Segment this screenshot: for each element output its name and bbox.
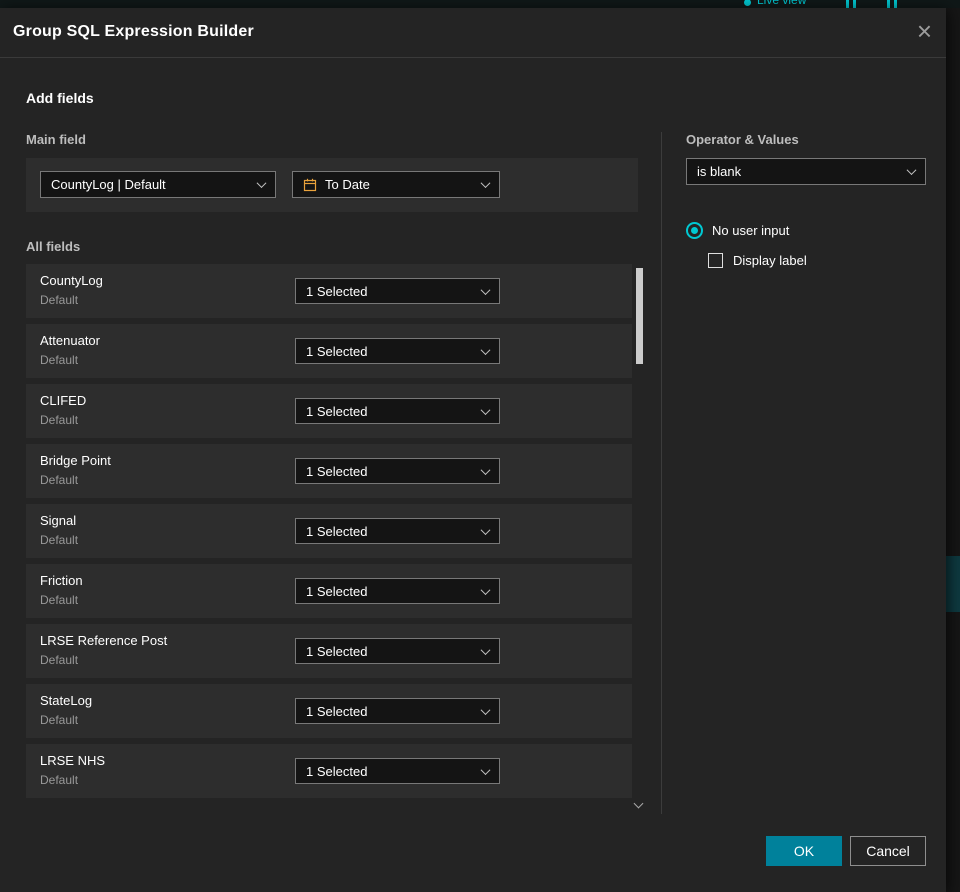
field-subtitle: Default [40, 353, 79, 367]
field-row: StateLog Default 1 Selected [26, 684, 632, 738]
display-label-text: Display label [733, 252, 807, 268]
field-selected-dropdown-value: 1 Selected [306, 583, 368, 599]
checkbox-icon [708, 252, 723, 268]
chevron-down-icon [480, 584, 491, 595]
field-selected-dropdown-value: 1 Selected [306, 523, 368, 539]
close-icon[interactable]: × [917, 18, 932, 44]
field-subtitle: Default [40, 473, 79, 487]
chevron-down-icon [480, 644, 491, 655]
dialog-header: Group SQL Expression Builder × [0, 8, 946, 58]
field-name: LRSE NHS [40, 753, 106, 768]
field-subtitle: Default [40, 593, 79, 607]
field-name: Bridge Point [40, 453, 111, 468]
field-selected-dropdown-value: 1 Selected [306, 343, 368, 359]
toolbar-icon [853, 0, 856, 8]
field-name: Friction [40, 573, 83, 588]
add-fields-heading: Add fields [26, 90, 94, 106]
chevron-down-icon [480, 344, 491, 355]
no-user-input-label: No user input [712, 222, 790, 238]
field-selected-dropdown-value: 1 Selected [306, 703, 368, 719]
live-view-indicator-icon [744, 0, 751, 6]
chevron-down-icon [480, 524, 491, 535]
field-selected-dropdown[interactable]: 1 Selected [295, 398, 500, 424]
operator-dropdown-value: is blank [697, 164, 742, 179]
main-field-panel: CountyLog | Default To Date [26, 158, 638, 212]
main-field-dropdown[interactable]: CountyLog | Default [40, 171, 276, 198]
field-name: Attenuator [40, 333, 100, 348]
field-row: Attenuator Default 1 Selected [26, 324, 632, 378]
field-subtitle: Default [40, 293, 79, 307]
fields-list-scrollbar[interactable] [633, 266, 644, 812]
field-row: Bridge Point Default 1 Selected [26, 444, 632, 498]
field-subtitle: Default [40, 713, 79, 727]
field-row: CLIFED Default 1 Selected [26, 384, 632, 438]
toolbar-icon [887, 0, 890, 8]
all-fields-list: CountyLog Default 1 Selected Attenuator … [26, 264, 632, 804]
toolbar-icon [894, 0, 897, 8]
field-row: LRSE NHS Default 1 Selected [26, 744, 632, 798]
field-row: LRSE Reference Post Default 1 Selected [26, 624, 632, 678]
date-field-dropdown[interactable]: To Date [292, 171, 500, 198]
field-name: LRSE Reference Post [40, 633, 168, 648]
all-fields-label: All fields [26, 239, 81, 254]
toolbar-icon [846, 0, 849, 8]
field-selected-dropdown[interactable]: 1 Selected [295, 698, 500, 724]
field-selected-dropdown[interactable]: 1 Selected [295, 458, 500, 484]
scrollbar-down-arrow-icon[interactable] [633, 798, 644, 810]
chevron-down-icon [480, 178, 491, 189]
field-selected-dropdown[interactable]: 1 Selected [295, 338, 500, 364]
dialog-title: Group SQL Expression Builder [13, 23, 254, 40]
field-name: CountyLog [40, 273, 103, 288]
display-label-checkbox[interactable]: Display label [708, 252, 807, 268]
field-name: Signal [40, 513, 77, 528]
field-selected-dropdown[interactable]: 1 Selected [295, 758, 500, 784]
chevron-down-icon [480, 284, 491, 295]
field-subtitle: Default [40, 413, 79, 427]
field-selected-dropdown[interactable]: 1 Selected [295, 278, 500, 304]
main-field-dropdown-value: CountyLog | Default [51, 177, 166, 192]
cancel-button[interactable]: Cancel [850, 836, 926, 866]
background-panel-fragment [946, 556, 960, 612]
chevron-down-icon [256, 178, 267, 189]
group-sql-expression-builder-dialog: Group SQL Expression Builder × Add field… [0, 8, 946, 892]
chevron-down-icon [480, 464, 491, 475]
field-selected-dropdown-value: 1 Selected [306, 463, 368, 479]
background-panel [946, 8, 960, 892]
chevron-down-icon [480, 404, 491, 415]
date-field-dropdown-value: To Date [325, 177, 370, 192]
chevron-down-icon [906, 165, 917, 176]
field-selected-dropdown[interactable]: 1 Selected [295, 518, 500, 544]
field-selected-dropdown[interactable]: 1 Selected [295, 578, 500, 604]
background-toolbar: Live view [0, 0, 960, 8]
field-selected-dropdown[interactable]: 1 Selected [295, 638, 500, 664]
chevron-down-icon [480, 764, 491, 775]
field-subtitle: Default [40, 533, 79, 547]
field-row: Friction Default 1 Selected [26, 564, 632, 618]
radio-selected-icon [686, 221, 703, 239]
no-user-input-radio[interactable]: No user input [686, 221, 789, 239]
main-field-label: Main field [26, 132, 86, 147]
field-subtitle: Default [40, 773, 79, 787]
operator-values-label: Operator & Values [686, 132, 799, 147]
ok-button[interactable]: OK [766, 836, 842, 866]
scrollbar-thumb[interactable] [636, 268, 643, 364]
field-name: StateLog [40, 693, 93, 708]
column-divider [661, 132, 662, 814]
field-selected-dropdown-value: 1 Selected [306, 283, 368, 299]
operator-dropdown[interactable]: is blank [686, 158, 926, 185]
field-subtitle: Default [40, 653, 79, 667]
field-selected-dropdown-value: 1 Selected [306, 643, 368, 659]
field-selected-dropdown-value: 1 Selected [306, 403, 368, 419]
field-name: CLIFED [40, 393, 87, 408]
chevron-down-icon [480, 704, 491, 715]
field-row: CountyLog Default 1 Selected [26, 264, 632, 318]
live-view-label: Live view [757, 0, 807, 7]
field-row: Signal Default 1 Selected [26, 504, 632, 558]
calendar-icon [303, 178, 317, 191]
field-selected-dropdown-value: 1 Selected [306, 763, 368, 779]
